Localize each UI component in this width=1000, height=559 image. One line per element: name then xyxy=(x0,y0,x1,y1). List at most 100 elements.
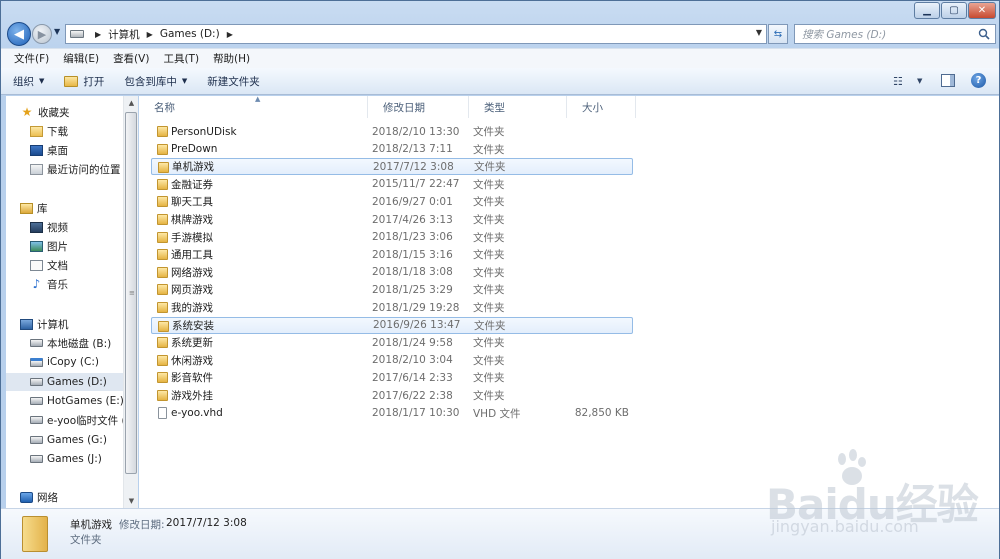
file-row[interactable]: 系统安装 2016/9/26 13:47 文件夹 xyxy=(151,316,633,334)
menu-edit[interactable]: 编辑(E) xyxy=(56,51,106,66)
organize-label: 组织 xyxy=(13,75,34,88)
folder-icon xyxy=(157,284,168,296)
file-name: 游戏外挂 xyxy=(171,390,213,402)
change-view-icon[interactable]: ☷ xyxy=(893,75,903,88)
scroll-down-icon[interactable]: ▼ xyxy=(124,494,139,508)
explorer-window: ▁ ▢ ✕ ◀ ▶ ▼ ▶ 计算机 ▶ Games (D:) ▶ ▼ ⇆ 搜索 … xyxy=(0,0,1000,559)
file-date: 2018/1/17 10:30 xyxy=(372,407,460,420)
breadcrumb-drive-d[interactable]: Games (D:) xyxy=(160,28,220,40)
breadcrumb-arrow-icon[interactable]: ▶ xyxy=(147,30,153,39)
downloads-folder-icon xyxy=(30,125,43,137)
file-icon xyxy=(158,406,167,419)
back-button[interactable]: ◀ xyxy=(7,22,31,46)
file-type: 文件夹 xyxy=(473,266,505,279)
hard-drive-icon xyxy=(30,436,43,444)
nav-libraries[interactable]: 库 xyxy=(20,199,138,217)
pictures-icon xyxy=(30,240,43,252)
nav-label: Games (D:) xyxy=(47,376,107,388)
new-folder-button[interactable]: 新建文件夹 xyxy=(207,74,260,89)
scrollbar-thumb[interactable]: ≡ xyxy=(125,112,137,474)
file-row[interactable]: PersonUDisk 2018/2/10 13:30 文件夹 xyxy=(151,123,633,140)
file-name: 网络游戏 xyxy=(171,266,213,279)
nav-scrollbar[interactable]: ▲ ≡ ▼ xyxy=(123,96,138,508)
file-name: 网页游戏 xyxy=(171,284,213,297)
breadcrumb-arrow-icon[interactable]: ▶ xyxy=(95,30,101,39)
forward-button[interactable]: ▶ xyxy=(32,24,52,44)
file-row[interactable]: 休闲游戏 2018/2/10 3:04 文件夹 xyxy=(151,352,633,369)
nav-network[interactable]: 网络 xyxy=(20,488,138,506)
nav-drive-f[interactable]: e-yoo临时文件 ( xyxy=(30,411,124,429)
address-dropdown-icon[interactable]: ▼ xyxy=(756,28,762,37)
file-row[interactable]: 网络游戏 2018/1/18 3:08 文件夹 xyxy=(151,264,633,281)
file-row[interactable]: PreDown 2018/2/13 7:11 文件夹 xyxy=(151,141,633,158)
file-type: 文件夹 xyxy=(473,354,505,367)
file-type: 文件夹 xyxy=(473,337,505,350)
computer-icon xyxy=(20,318,33,330)
refresh-button[interactable]: ⇆ xyxy=(768,24,788,44)
computer-icon xyxy=(70,30,84,38)
nav-recent-places[interactable]: 最近访问的位置 xyxy=(30,160,130,178)
folder-icon xyxy=(158,320,169,332)
scroll-up-icon[interactable]: ▲ xyxy=(124,96,139,110)
details-pane: 单机游戏 修改日期: 2017/7/12 3:08 文件夹 xyxy=(1,508,999,559)
maximize-button[interactable]: ▢ xyxy=(941,2,967,19)
file-row[interactable]: e-yoo.vhd 2018/1/17 10:30 VHD 文件 82,850 KB xyxy=(151,405,633,422)
file-name: 单机游戏 xyxy=(172,161,214,174)
file-row[interactable]: 通用工具 2018/1/15 3:16 文件夹 xyxy=(151,246,633,263)
file-row[interactable]: 系统更新 2018/1/24 9:58 文件夹 xyxy=(151,334,633,351)
open-button[interactable]: 打开 xyxy=(64,74,104,89)
file-row[interactable]: 我的游戏 2018/1/29 19:28 文件夹 xyxy=(151,299,633,316)
search-placeholder: 搜索 Games (D:) xyxy=(802,28,887,41)
column-header-name[interactable]: 名称 xyxy=(139,96,368,118)
minimize-button[interactable]: ▁ xyxy=(914,2,940,19)
address-bar[interactable]: ▶ 计算机 ▶ Games (D:) ▶ ▼ xyxy=(65,24,767,44)
nav-drive-d[interactable]: Games (D:) xyxy=(6,373,124,391)
help-icon[interactable]: ? xyxy=(971,73,986,88)
file-type: VHD 文件 xyxy=(473,407,521,420)
column-header-type[interactable]: 类型 xyxy=(469,96,567,118)
recent-pages-dropdown[interactable]: ▼ xyxy=(54,27,60,36)
nav-computer[interactable]: 计算机 xyxy=(20,315,138,333)
file-row[interactable]: 影音软件 2017/6/14 2:33 文件夹 xyxy=(151,369,633,386)
organize-button[interactable]: 组织 ▼ xyxy=(13,74,44,89)
nav-label: Games (J:) xyxy=(47,453,102,465)
file-type: 文件夹 xyxy=(473,214,505,226)
folder-icon xyxy=(158,162,169,174)
close-button[interactable]: ✕ xyxy=(968,2,996,19)
selected-item-type: 文件夹 xyxy=(70,534,102,546)
open-label: 打开 xyxy=(83,75,105,88)
chevron-down-icon: ▼ xyxy=(181,77,188,85)
nav-label: 收藏夹 xyxy=(38,106,70,119)
breadcrumb-computer[interactable]: 计算机 xyxy=(108,27,140,42)
menu-bar: 文件(F) 编辑(E) 查看(V) 工具(T) 帮助(H) xyxy=(1,48,999,68)
search-icon[interactable] xyxy=(978,28,990,40)
nav-favorites[interactable]: ★ 收藏夹 xyxy=(20,103,138,121)
breadcrumb-arrow-icon[interactable]: ▶ xyxy=(227,30,233,39)
file-row[interactable]: 手游模拟 2018/1/23 3:06 文件夹 xyxy=(151,229,633,246)
column-header-date[interactable]: 修改日期 xyxy=(368,96,469,118)
file-date: 2017/6/14 2:33 xyxy=(372,371,453,384)
folder-icon xyxy=(157,231,168,243)
file-row[interactable]: 金融证券 2015/11/7 22:47 文件夹 xyxy=(151,176,633,193)
network-icon xyxy=(20,491,33,503)
preview-pane-icon[interactable] xyxy=(941,74,955,87)
file-date: 2015/11/7 22:47 xyxy=(372,178,460,191)
menu-file[interactable]: 文件(F) xyxy=(7,51,56,66)
file-row[interactable]: 聊天工具 2016/9/27 0:01 文件夹 xyxy=(151,193,633,210)
menu-help[interactable]: 帮助(H) xyxy=(206,51,257,66)
menu-view[interactable]: 查看(V) xyxy=(106,51,156,66)
search-input[interactable]: 搜索 Games (D:) xyxy=(794,24,996,44)
file-date: 2018/1/25 3:29 xyxy=(372,283,453,296)
column-header-size[interactable]: 大小 xyxy=(567,96,636,118)
file-row[interactable]: 单机游戏 2017/7/12 3:08 文件夹 xyxy=(151,158,633,176)
include-in-library-button[interactable]: 包含到库中 ▼ xyxy=(124,74,187,89)
menu-tools[interactable]: 工具(T) xyxy=(156,51,206,66)
file-date: 2018/1/18 3:08 xyxy=(372,266,453,279)
file-row[interactable]: 游戏外挂 2017/6/22 2:38 文件夹 xyxy=(151,387,633,404)
file-type: 文件夹 xyxy=(473,390,505,402)
file-row[interactable]: 网页游戏 2018/1/25 3:29 文件夹 xyxy=(151,281,633,298)
file-row[interactable]: 棋牌游戏 2017/4/26 3:13 文件夹 xyxy=(151,211,633,228)
file-type: 文件夹 xyxy=(473,178,505,191)
view-options-dropdown-icon[interactable]: ▼ xyxy=(917,77,922,85)
file-name: 金融证券 xyxy=(171,178,213,191)
